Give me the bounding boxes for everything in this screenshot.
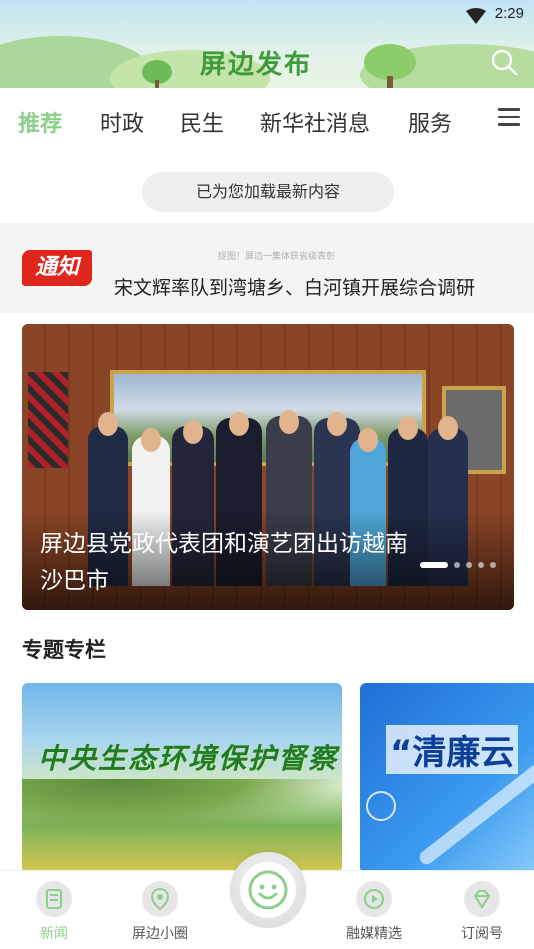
notice-headline[interactable]: 宋文辉率队到湾塘乡、白河镇开展综合调研	[114, 273, 475, 300]
tree-icon	[364, 44, 416, 88]
nav-label: 新闻	[40, 926, 68, 942]
nav-circle[interactable]: 屏边小圈	[120, 881, 200, 943]
status-time: 2:29	[494, 5, 524, 22]
category-tabs: 推荐 时政 民生 新华社消息 服务	[0, 88, 534, 152]
notice-badge: 通知	[22, 250, 92, 286]
tab-xinhua[interactable]: 新华社消息	[260, 106, 370, 138]
tree-icon	[142, 60, 172, 88]
news-icon	[36, 881, 72, 917]
carousel-dot[interactable]	[420, 562, 448, 568]
section-title: 专题专栏	[22, 638, 106, 662]
bubble-decoration	[366, 791, 396, 821]
topic-card[interactable]: “清廉云	[360, 683, 534, 873]
carousel-dot[interactable]	[454, 562, 460, 568]
topic-card[interactable]: 中央生态环境保护督察	[22, 683, 342, 873]
tab-livelihood[interactable]: 民生	[180, 106, 224, 138]
location-icon	[142, 881, 178, 917]
carousel-dot[interactable]	[490, 562, 496, 568]
mountain-decoration	[22, 779, 342, 839]
topic-card-title: “清廉云	[386, 725, 519, 774]
nav-label: 融媒精选	[346, 926, 402, 942]
nav-label: 屏边小圈	[132, 926, 188, 942]
search-icon[interactable]	[490, 48, 518, 76]
textile-decoration	[28, 372, 68, 468]
center-action-button[interactable]	[230, 852, 306, 928]
diamond-icon	[464, 881, 500, 917]
wifi-icon	[466, 8, 486, 24]
topic-card-title: 中央生态环境保护督察	[38, 742, 339, 775]
carousel-caption[interactable]: 屏边县党政代表团和演艺团出访越南沙巴市	[40, 526, 420, 600]
tab-recommend[interactable]: 推荐	[18, 106, 62, 138]
menu-icon[interactable]	[498, 108, 520, 126]
tab-politics[interactable]: 时政	[100, 106, 144, 138]
news-carousel[interactable]: 屏边县党政代表团和演艺团出访越南沙巴市	[22, 324, 514, 610]
carousel-dot[interactable]	[478, 562, 484, 568]
nav-media[interactable]: 融媒精选	[334, 881, 414, 943]
nav-subscriptions[interactable]: 订阅号	[442, 881, 522, 943]
play-icon	[356, 881, 392, 917]
app-header: 2:29 屏边发布	[0, 0, 534, 88]
smiley-icon	[240, 862, 296, 918]
tab-services[interactable]: 服务	[408, 106, 452, 138]
notice-previous-text: 捉图！屏边一集体获省级表彰	[218, 252, 336, 262]
nav-news[interactable]: 新闻	[14, 881, 94, 943]
app-logo: 屏边发布	[200, 50, 313, 80]
notice-banner[interactable]: 通知 捉图！屏边一集体获省级表彰 宋文辉率队到湾塘乡、白河镇开展综合调研	[0, 223, 534, 313]
nav-label: 订阅号	[461, 926, 503, 942]
carousel-dot[interactable]	[466, 562, 472, 568]
refresh-notice: 已为您加载最新内容	[142, 172, 394, 212]
